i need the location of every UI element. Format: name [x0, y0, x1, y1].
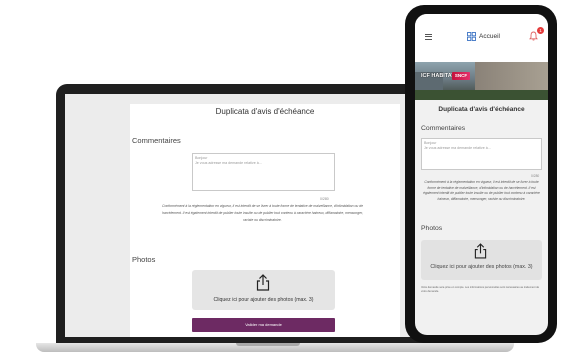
laptop-notch: [236, 343, 300, 346]
comments-textarea[interactable]: Bonjour Je vous adresse ma demande relat…: [421, 138, 542, 170]
legal-notice: Conformément à la réglementation en vigu…: [162, 204, 363, 222]
hero-trees: [415, 90, 548, 100]
menu-icon[interactable]: [425, 34, 432, 40]
notification-badge: 1: [537, 27, 544, 34]
photos-label: Photos: [132, 255, 156, 264]
char-counter: 0/280: [531, 174, 540, 178]
upload-label: Cliquez ici pour ajouter des photos (max…: [430, 264, 533, 270]
upload-label: Cliquez ici pour ajouter des photos (max…: [213, 297, 314, 303]
footnote-text: Votre demande sera prise en compte. Les …: [421, 286, 540, 293]
page-title: Duplicata d'avis d'échéance: [438, 106, 525, 113]
submit-button[interactable]: Valider ma demande: [192, 318, 335, 332]
comments-label: Commentaires: [421, 125, 466, 132]
photo-upload-button[interactable]: Cliquez ici pour ajouter des photos (max…: [421, 240, 542, 280]
photo-upload-button[interactable]: Cliquez ici pour ajouter des photos (max…: [192, 270, 335, 310]
hero-image: ICF HABITAT SNCF: [415, 62, 548, 100]
photos-label: Photos: [421, 225, 443, 232]
laptop-screen: Duplicata d'avis d'échéance Commentaires…: [65, 94, 450, 337]
app-header: Accueil 1: [415, 14, 548, 62]
char-counter: 0/280: [320, 197, 329, 201]
page-title: Duplicata d'avis d'échéance: [215, 107, 315, 116]
phone-screen: Accueil 1 ICF HABITAT SNCF Duplicata d'a…: [415, 14, 548, 335]
share-upload-icon: [474, 243, 487, 259]
form-card: Duplicata d'avis d'échéance Commentaires…: [130, 104, 400, 337]
brand-logo-text: ICF HABITAT: [421, 73, 455, 79]
textarea-placeholder-line: Je vous adresse ma demande relative à...: [195, 160, 262, 165]
home-grid-icon[interactable]: [467, 32, 476, 41]
legal-notice: Conformément à la réglementation en vigu…: [423, 180, 540, 201]
brand-logo-badge: SNCF: [452, 72, 470, 80]
comments-textarea[interactable]: Bonjour Je vous adresse ma demande relat…: [192, 153, 335, 191]
share-upload-icon: [256, 274, 270, 291]
textarea-placeholder-line: Je vous adresse ma demande relative à...: [424, 145, 491, 150]
comments-label: Commentaires: [132, 136, 181, 145]
home-label[interactable]: Accueil: [479, 33, 500, 40]
